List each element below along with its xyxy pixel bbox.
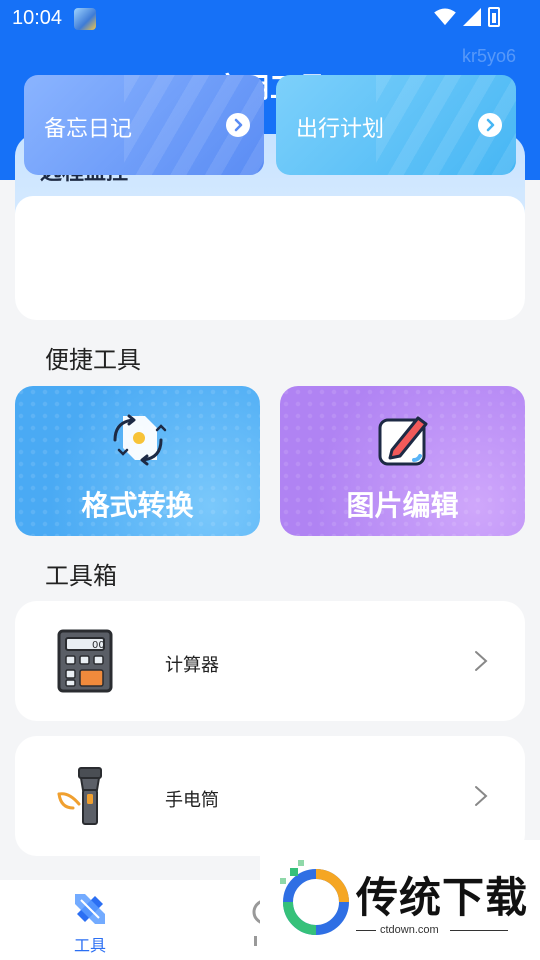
image-edit-icon [378,416,428,466]
calculator-icon: 00 [57,629,113,693]
tab-tools-label: 工具 [73,936,106,955]
watermark: kr5yo6 [461,46,516,66]
flashlight-label: 手电筒 [165,790,219,811]
svg-text:00: 00 [92,640,105,651]
chevron-right-icon [475,651,488,671]
download-site-logo [280,860,349,935]
travel-plan-label: 出行计划 [296,117,385,142]
divider [356,930,376,931]
image-edit-card[interactable]: 图片编辑 [280,386,525,536]
toolbox-heading: 工具箱 [45,562,117,590]
calculator-row[interactable]: 00 计算器 [15,601,525,721]
flashlight-icon [57,767,102,825]
tab-tools[interactable]: 工具 [62,890,118,956]
ad-title: 传统下载 [356,873,529,922]
divider [450,930,508,931]
arrow-right-icon [226,113,250,137]
ad-banner[interactable]: 传统下载 ctdown.com [260,840,540,960]
arrow-right-icon [478,113,502,137]
chevron-right-icon [475,786,488,806]
app-notification-icon [74,8,96,30]
remote-tiles-container [15,196,525,320]
signal-icon [463,8,481,26]
memo-diary-tile[interactable]: 备忘日记 [24,75,264,175]
format-convert-label: 格式转换 [81,489,194,522]
convert-icon [113,414,167,466]
image-edit-label: 图片编辑 [346,489,459,522]
format-convert-card[interactable]: 格式转换 [15,386,260,536]
status-icons [434,7,500,27]
battery-icon [488,7,500,27]
ruler-pencil-icon [75,894,105,924]
flashlight-row[interactable]: 手电筒 [15,736,525,856]
quick-tools-heading: 便捷工具 [45,346,141,374]
status-bar: 10:04 [0,0,540,36]
calculator-label: 计算器 [165,655,219,676]
status-time: 10:04 [12,7,63,29]
travel-plan-tile[interactable]: 出行计划 [276,75,516,175]
memo-diary-label: 备忘日记 [44,117,133,142]
wifi-icon [434,8,456,26]
ad-url: ctdown.com [380,924,439,936]
